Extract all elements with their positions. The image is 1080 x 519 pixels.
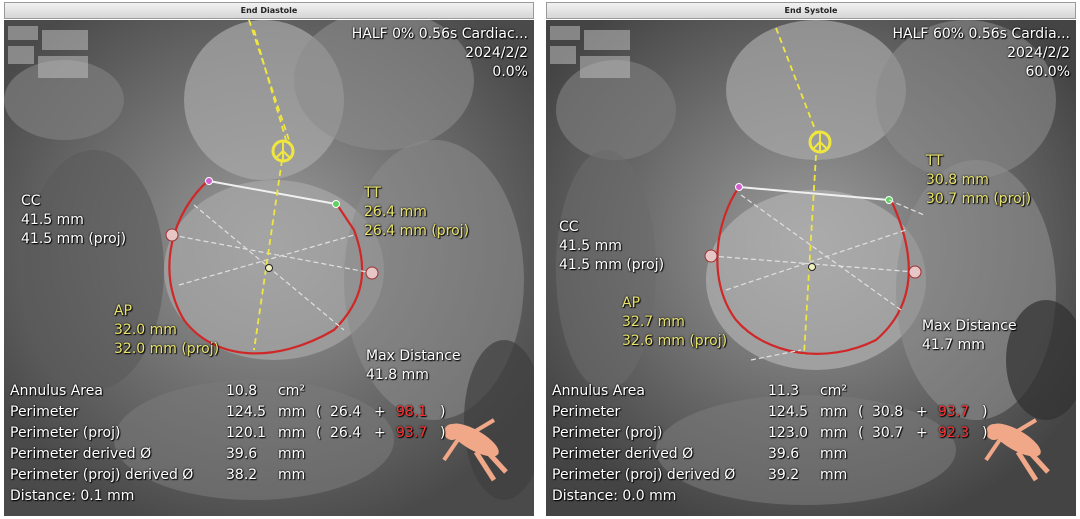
ap-measurement[interactable]: AP 32.7 mm 32.6 mm (proj) — [622, 294, 727, 351]
ct-image[interactable]: HALF 60% 0.56s Cardia... 2024/2/2 60.0% … — [546, 20, 1076, 516]
cc-label: CC — [21, 193, 41, 209]
ap-proj-value: 32.0 mm (proj) — [114, 341, 220, 357]
cc-proj-value: 41.5 mm (proj) — [559, 257, 665, 273]
ct-image[interactable]: HALF 0% 0.56s Cardiac... 2024/2/2 0.0% C… — [4, 20, 534, 516]
cc-label: CC — [559, 219, 579, 235]
viewport-header[interactable]: End Diastole — [4, 2, 534, 19]
anonymized-patient-info — [8, 26, 92, 82]
cc-measurement[interactable]: CC 41.5 mm 41.5 mm (proj) — [559, 218, 664, 275]
max-distance-label: Max Distance — [922, 318, 1017, 334]
cc-proj-value: 41.5 mm (proj) — [21, 231, 127, 247]
viewport-end-diastole[interactable]: End Diastole HALF 0% 0.56s Cardiac... 20… — [0, 0, 538, 519]
tt-value: 26.4 mm — [364, 204, 427, 220]
cc-value: 41.5 mm — [559, 238, 622, 254]
tt-label: TT — [926, 153, 943, 169]
cc-measurement[interactable]: CC 41.5 mm 41.5 mm (proj) — [21, 192, 126, 249]
series-info: HALF 0% 0.56s Cardiac... 2024/2/2 0.0% — [352, 25, 528, 82]
tt-label: TT — [364, 185, 381, 201]
ap-value: 32.7 mm — [622, 314, 685, 330]
ap-proj-value: 32.6 mm (proj) — [622, 333, 728, 349]
max-distance-measurement[interactable]: Max Distance 41.7 mm — [922, 317, 1017, 355]
ap-label: AP — [622, 295, 641, 311]
series-date: 2024/2/2 — [465, 45, 528, 61]
viewport-header[interactable]: End Systole — [546, 2, 1076, 19]
phase-percent: 0.0% — [492, 64, 528, 80]
tt-measurement[interactable]: TT 30.8 mm 30.7 mm (proj) — [926, 152, 1031, 209]
cc-value: 41.5 mm — [21, 212, 84, 228]
max-distance-measurement[interactable]: Max Distance 41.8 mm — [366, 347, 461, 385]
series-date: 2024/2/2 — [1007, 45, 1070, 61]
max-distance-value: 41.7 mm — [922, 337, 985, 353]
tt-value: 30.8 mm — [926, 172, 989, 188]
max-distance-label: Max Distance — [366, 348, 461, 364]
viewport-end-systole[interactable]: End Systole HALF 60% 0.56s Cardia... 202… — [542, 0, 1080, 519]
ap-measurement[interactable]: AP 32.0 mm 32.0 mm (proj) — [114, 302, 219, 359]
max-distance-value: 41.8 mm — [366, 367, 429, 383]
tt-measurement[interactable]: TT 26.4 mm 26.4 mm (proj) — [364, 184, 469, 241]
tt-proj-value: 26.4 mm (proj) — [364, 223, 470, 239]
series-info: HALF 60% 0.56s Cardia... 2024/2/2 60.0% — [893, 25, 1070, 82]
series-description: HALF 0% 0.56s Cardiac... — [351, 26, 528, 42]
phase-percent: 60.0% — [1025, 64, 1070, 80]
ap-value: 32.0 mm — [114, 322, 177, 338]
ap-label: AP — [114, 303, 133, 319]
tt-proj-value: 30.7 mm (proj) — [926, 191, 1032, 207]
anonymized-patient-info — [550, 26, 634, 82]
ct-scan-image — [4, 20, 534, 516]
series-description: HALF 60% 0.56s Cardia... — [892, 26, 1070, 42]
